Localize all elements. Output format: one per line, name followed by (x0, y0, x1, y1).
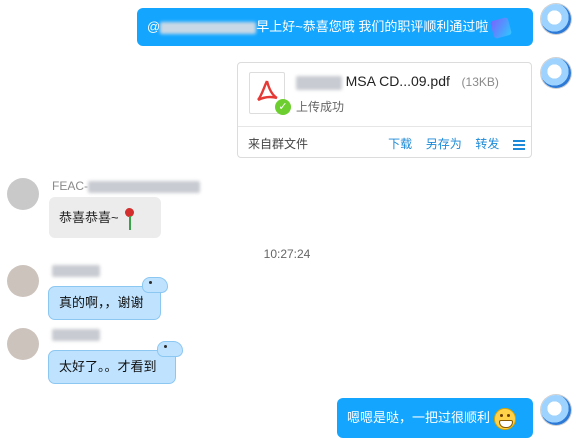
check-icon: ✓ (275, 99, 291, 115)
download-link[interactable]: 下载 (388, 137, 412, 151)
menu-icon[interactable] (513, 139, 525, 150)
party-emoji-icon (490, 16, 513, 39)
avatar[interactable] (541, 58, 571, 88)
message-bubble: 太好了。。才看到 (48, 341, 183, 384)
avatar[interactable] (7, 265, 39, 297)
message-text: 恭喜恭喜~ (59, 210, 119, 225)
redacted-filename (296, 75, 342, 90)
file-card[interactable]: ✓ MSA CD...09.pdf (13KB) 上传成功 来自群文件 下载 另… (237, 62, 532, 158)
save-as-link[interactable]: 另存为 (426, 137, 462, 151)
sender-name: FEAC- (52, 179, 88, 193)
avatar[interactable] (7, 178, 39, 210)
message-bubble: 恭喜恭喜~ (49, 197, 161, 238)
avatar[interactable] (541, 4, 571, 34)
redacted-sender (52, 264, 100, 277)
message-bubble: @ 早上好~恭喜您哦 我们的职评顺利通过啦 (137, 8, 533, 46)
grin-emoji-icon (493, 407, 516, 430)
message-bubble: 嗯嗯是哒，一把过很顺利 (337, 398, 533, 438)
file-source: 来自群文件 (248, 137, 309, 151)
mention-prefix: @ (147, 19, 161, 34)
redacted-sender (52, 328, 100, 341)
rose-icon (122, 207, 136, 231)
message-text: 嗯嗯是哒，一把过很顺利 (347, 410, 491, 425)
cloud-decoration-icon (142, 277, 168, 293)
redacted-sender (88, 180, 200, 193)
file-size: (13KB) (461, 75, 499, 89)
avatar[interactable] (541, 395, 571, 425)
redacted-name (160, 21, 257, 34)
timestamp: 10:27:24 (263, 247, 311, 261)
message-bubble: 真的啊，，谢谢 (48, 277, 168, 320)
forward-link[interactable]: 转发 (475, 137, 499, 151)
file-divider (238, 126, 531, 127)
cloud-decoration-icon (157, 341, 183, 357)
file-name[interactable]: MSA CD...09.pdf (346, 73, 450, 89)
avatar[interactable] (7, 328, 39, 360)
message-text: 早上好~恭喜您哦 我们的职评顺利通过啦 (256, 19, 489, 34)
message-text: 真的啊，，谢谢 (59, 295, 144, 310)
message-text: 太好了。。才看到 (59, 359, 157, 374)
upload-status: 上传成功 (296, 100, 345, 114)
